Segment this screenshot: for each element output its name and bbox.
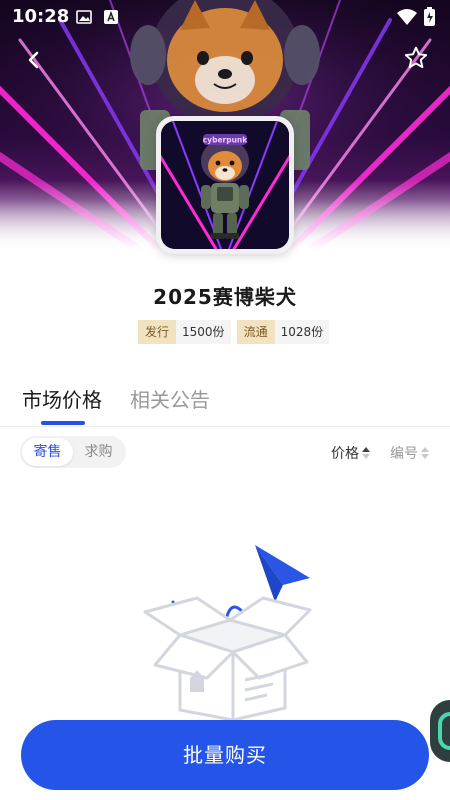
listing-type-toggle: 寄售 求购 <box>20 436 126 468</box>
supply-tags: 发行 1500份 流通 1028份 <box>138 320 330 344</box>
tag-value: 1500份 <box>176 320 231 344</box>
favorite-button[interactable] <box>398 40 434 76</box>
app-notification-icon <box>103 9 119 29</box>
sort-by-price[interactable]: 价格 <box>331 443 370 463</box>
back-button[interactable] <box>16 42 52 78</box>
tab-market-price[interactable]: 市场价格 <box>22 384 102 413</box>
issue-tag: 发行 1500份 <box>138 320 231 344</box>
circulation-tag: 流通 1028份 <box>236 320 330 344</box>
active-tab-indicator <box>41 421 85 425</box>
battery-icon <box>424 7 435 26</box>
artwork-image: cyberpunk <box>161 121 289 249</box>
segment-consignment[interactable]: 寄售 <box>22 438 73 466</box>
empty-box-icon <box>143 545 312 722</box>
product-title: 2025赛博柴犬 <box>153 285 297 309</box>
star-outline-icon <box>404 46 428 69</box>
wifi-icon <box>397 9 417 25</box>
chevron-left-icon <box>28 51 39 69</box>
sort-by-number[interactable]: 编号 <box>390 443 429 463</box>
empty-state-illustration <box>135 540 325 724</box>
tag-label: 发行 <box>138 320 177 344</box>
segment-buy-request[interactable]: 求购 <box>73 438 124 466</box>
tag-label: 流通 <box>236 320 275 344</box>
sort-label: 价格 <box>331 446 359 462</box>
sort-arrows-icon <box>421 447 429 459</box>
assistant-icon <box>438 712 450 750</box>
tag-value: 1028份 <box>274 320 330 344</box>
sort-arrows-icon <box>362 447 370 459</box>
artwork-thumbnail[interactable]: cyberpunk <box>156 116 294 254</box>
tab-announcements[interactable]: 相关公告 <box>130 384 210 413</box>
status-time: 10:28 <box>12 6 70 27</box>
divider <box>0 426 450 427</box>
status-bar: 10:28 <box>0 0 450 34</box>
batch-buy-button[interactable]: 批量购买 <box>21 720 429 790</box>
floating-assistant-button[interactable] <box>430 700 450 762</box>
tab-bar: 市场价格 相关公告 <box>22 384 210 413</box>
artwork-caption: cyberpunk <box>203 136 249 145</box>
sort-label: 编号 <box>390 446 418 462</box>
image-notification-icon <box>76 9 92 29</box>
status-right <box>396 7 440 31</box>
